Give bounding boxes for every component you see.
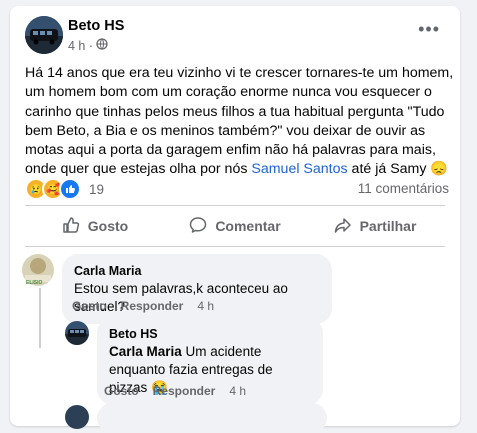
- comment-icon: [189, 216, 207, 237]
- divider: [25, 205, 445, 206]
- reaction-count: 19: [89, 181, 105, 197]
- share-icon: [334, 216, 352, 237]
- reply-links: Gosto Responder 4 h: [104, 384, 246, 398]
- reply-time[interactable]: 4 h: [229, 384, 246, 398]
- author-avatar[interactable]: [25, 16, 63, 54]
- more-options-icon[interactable]: •••: [418, 20, 440, 38]
- reply-avatar[interactable]: [65, 321, 89, 345]
- post-meta: 4 h ·: [68, 38, 108, 53]
- post-time[interactable]: 4 h ·: [68, 39, 93, 53]
- reply-mention[interactable]: Carla Maria: [109, 344, 182, 359]
- comments-count[interactable]: 11 comentários: [358, 181, 449, 196]
- post-author[interactable]: Beto HS: [68, 18, 124, 34]
- reactions-summary[interactable]: 😢 🥰 19: [25, 178, 104, 200]
- comment-like-link[interactable]: Gosto: [72, 299, 107, 313]
- post-actions: Gosto Comentar Partilhar: [25, 211, 445, 241]
- comment-author[interactable]: Carla Maria: [74, 262, 320, 280]
- divider: [25, 246, 445, 247]
- avatar-caption: ELISIO: [26, 280, 43, 286]
- comment-button[interactable]: Comentar: [165, 211, 305, 241]
- share-button[interactable]: Partilhar: [305, 211, 445, 241]
- comment-reply-link[interactable]: Responder: [121, 299, 184, 313]
- like-reaction-icon: [59, 178, 81, 200]
- next-comment-bubble: [97, 403, 327, 433]
- comment-links: Gosto Responder 4 h: [72, 299, 214, 313]
- comment: Carla Maria Estou sem palavras,k acontec…: [22, 254, 332, 324]
- like-label: Gosto: [87, 218, 129, 234]
- reply-reply-link[interactable]: Responder: [153, 384, 216, 398]
- share-label: Partilhar: [359, 218, 417, 234]
- thumbs-up-icon: [62, 216, 80, 237]
- comment-time[interactable]: 4 h: [197, 299, 214, 313]
- post-card: Beto HS 4 h · ••• Há 14 anos que era teu…: [10, 6, 460, 433]
- comment-bubble: Carla Maria Estou sem palavras,k acontec…: [62, 254, 332, 324]
- post-text: Há 14 anos que era teu vizinho vi te cre…: [25, 64, 455, 180]
- post-mention[interactable]: Samuel Santos: [251, 161, 347, 177]
- reply-author[interactable]: Beto HS: [109, 325, 311, 343]
- globe-icon: [96, 38, 108, 53]
- like-button[interactable]: Gosto: [25, 211, 165, 241]
- post-text-end: até já Samy 😞: [347, 161, 449, 178]
- reply-like-link[interactable]: Gosto: [104, 384, 139, 398]
- comment-label: Comentar: [215, 218, 281, 234]
